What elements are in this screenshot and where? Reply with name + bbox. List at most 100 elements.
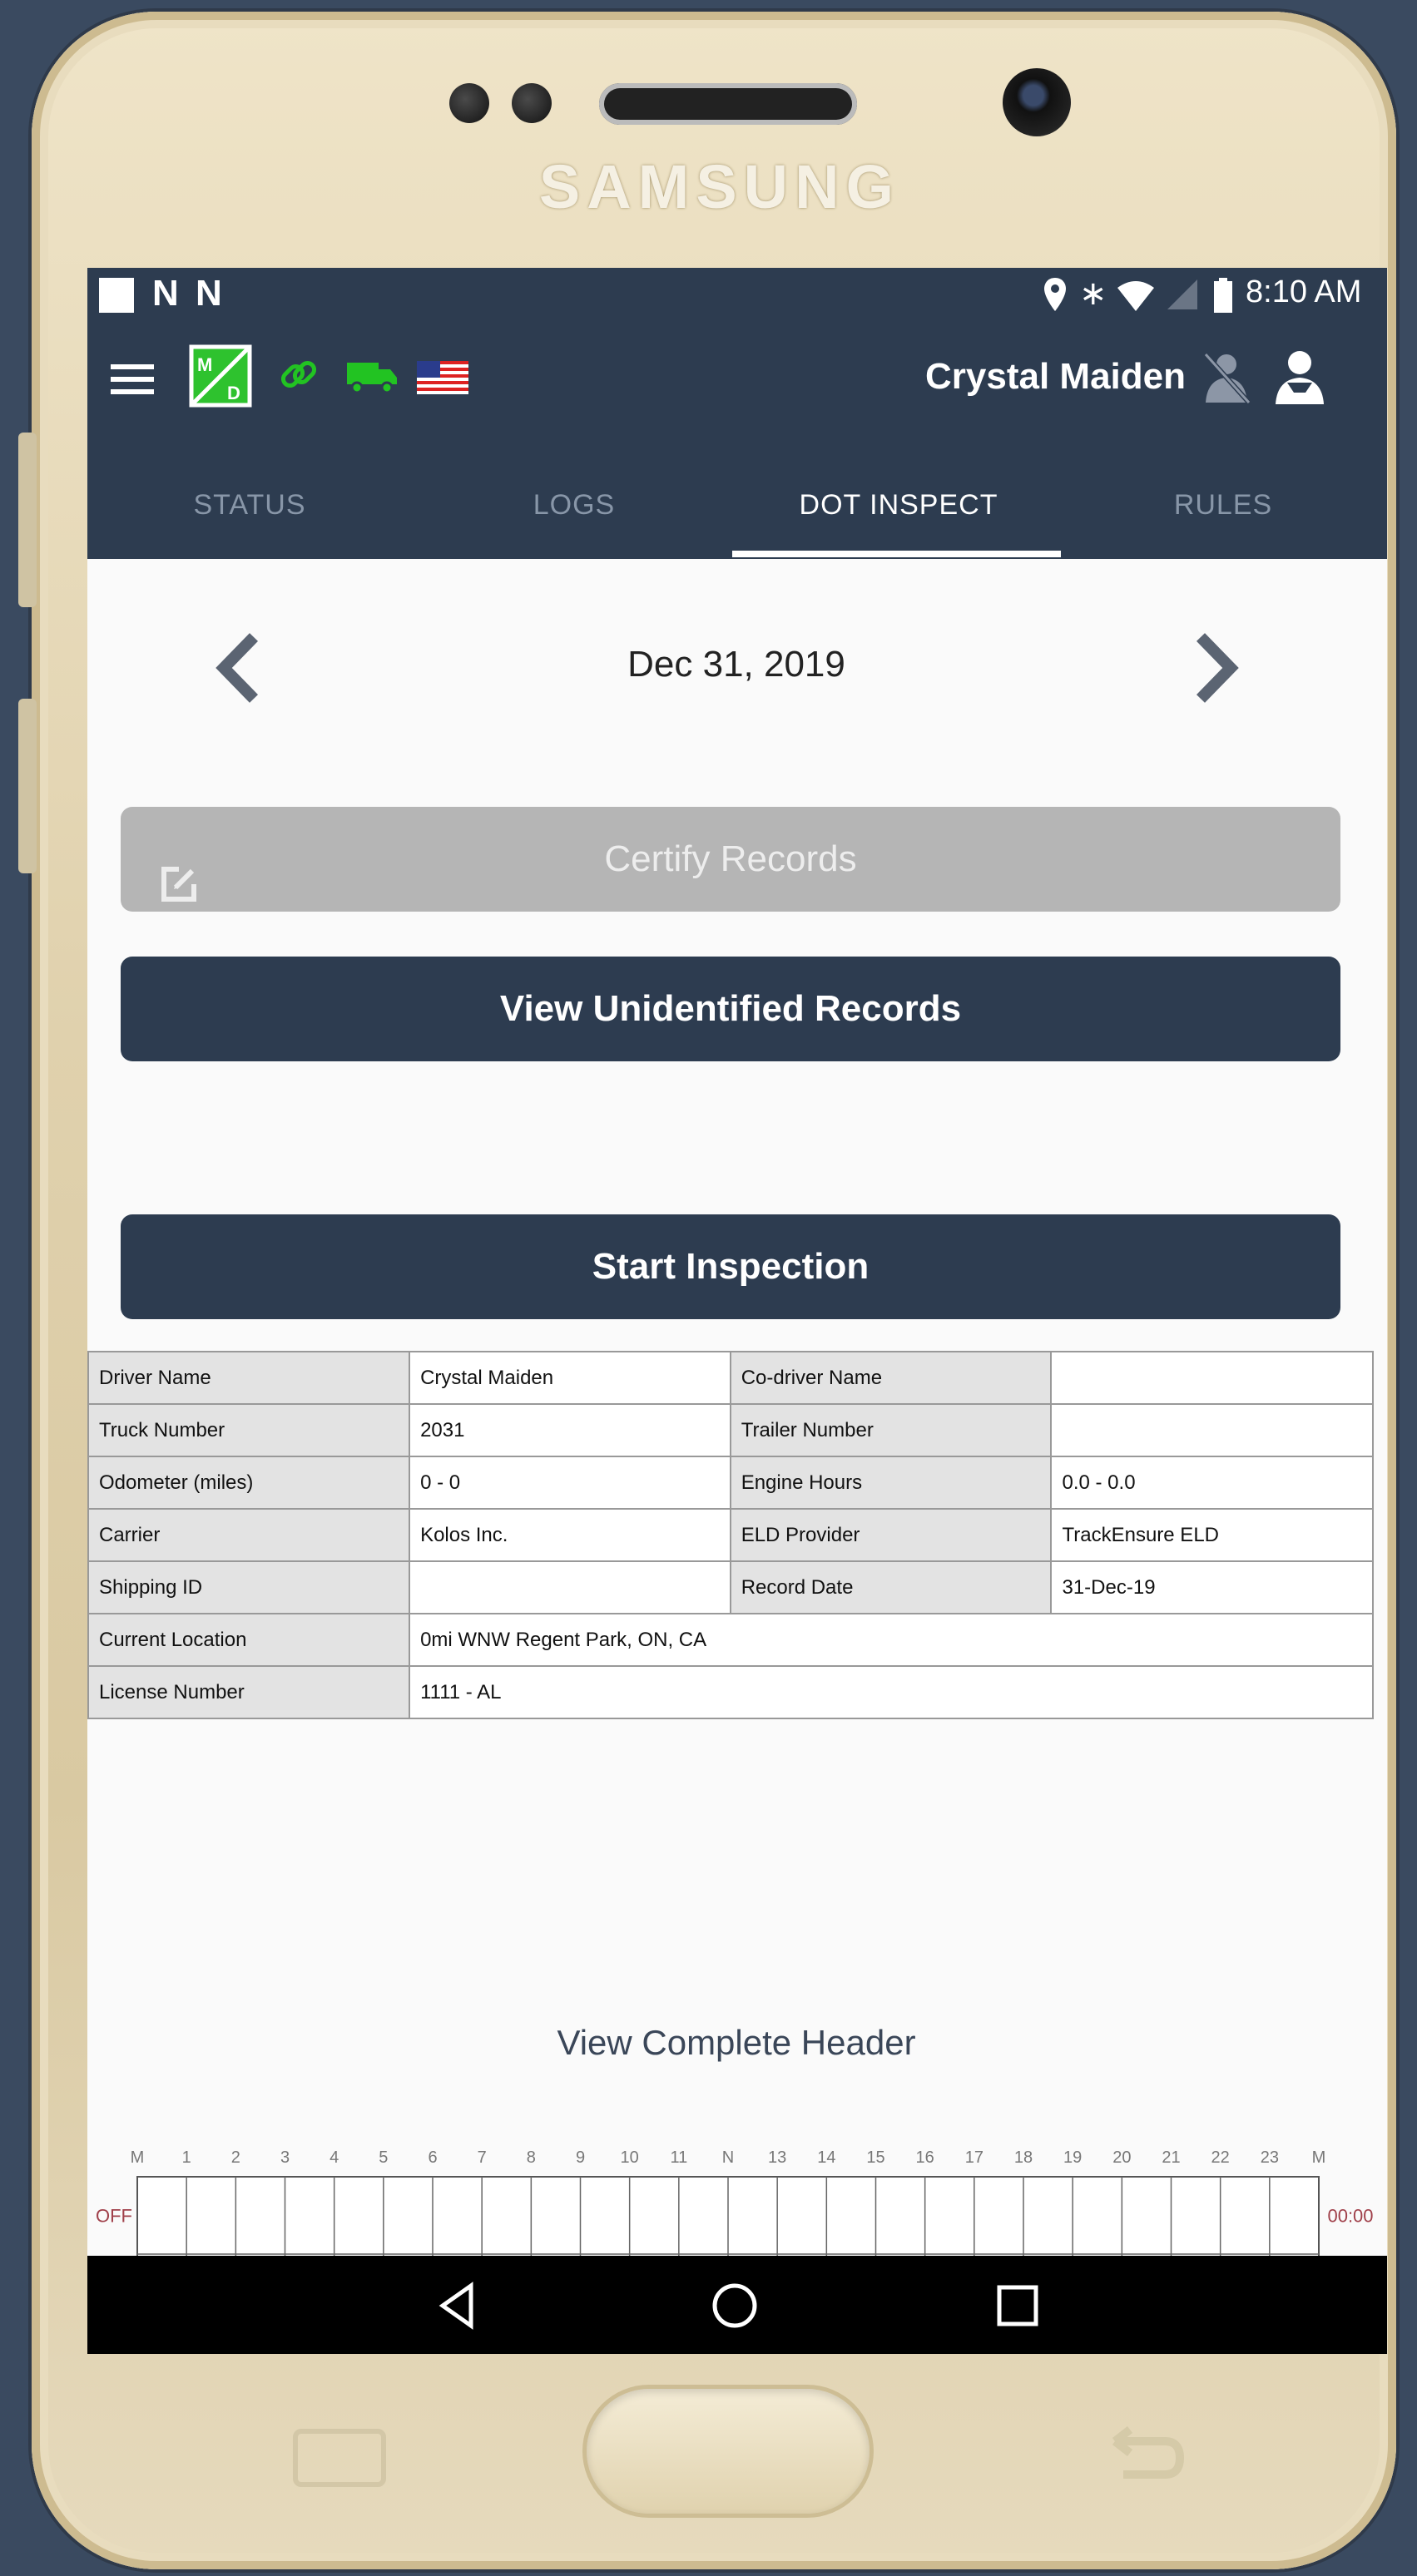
certify-records-label: Certify Records	[604, 838, 857, 879]
table-cell-label: Truck Number	[87, 1403, 411, 1457]
edit-icon	[159, 840, 199, 945]
table-cell-label: Carrier	[87, 1508, 411, 1562]
view-unidentified-records-button[interactable]: View Unidentified Records	[121, 957, 1340, 1061]
hour-tick-label: 2	[231, 2148, 240, 2167]
front-camera	[1003, 68, 1071, 136]
hour-tick-label: 19	[1063, 2148, 1082, 2167]
table-cell-value	[1050, 1403, 1374, 1457]
table-cell-value: 31-Dec-19	[1050, 1560, 1374, 1614]
location-icon	[1043, 276, 1068, 319]
table-row: Truck Number 2031 Trailer Number	[87, 1403, 1374, 1457]
hour-tick-label: 20	[1112, 2148, 1131, 2167]
hour-tick-label: 21	[1162, 2148, 1180, 2167]
hour-tick-label: 16	[916, 2148, 934, 2167]
table-cell-value: 0 - 0	[409, 1456, 731, 1510]
us-flag-icon[interactable]	[417, 361, 468, 398]
table-cell-label: Co-driver Name	[729, 1351, 1053, 1405]
app-screen: N N ∗ 8:10 AM MD Crystal Maiden STATUS L…	[87, 268, 1387, 2354]
recents-nav-icon[interactable]	[994, 2282, 1041, 2333]
view-complete-header-link[interactable]: View Complete Header	[404, 2023, 1069, 2063]
hour-tick-label: N	[722, 2148, 734, 2167]
table-cell-label: Current Location	[87, 1613, 411, 1667]
hour-tick-label: 13	[768, 2148, 786, 2167]
table-cell-value: 0mi WNW Regent Park, ON, CA	[409, 1613, 1374, 1667]
status-bar: N N ∗ 8:10 AM	[87, 268, 1387, 326]
app-toolbar: MD Crystal Maiden	[87, 326, 1387, 451]
table-row: Driver Name Crystal Maiden Co-driver Nam…	[87, 1351, 1374, 1405]
hour-tick-label: 15	[866, 2148, 884, 2167]
battery-icon	[1212, 276, 1234, 319]
svg-text:M: M	[197, 354, 212, 375]
home-hw-button[interactable]	[587, 2389, 870, 2514]
table-row: Current Location 0mi WNW Regent Park, ON…	[87, 1613, 1374, 1667]
previous-day-icon[interactable]	[214, 632, 260, 708]
inspection-header-table: Driver Name Crystal Maiden Co-driver Nam…	[87, 1351, 1374, 1719]
system-nav-bar	[87, 2256, 1387, 2354]
clock: 8:10 AM	[1246, 274, 1362, 309]
tab-bar: STATUS LOGS DOT INSPECT RULES	[87, 451, 1387, 559]
bluetooth-icon: ∗	[1079, 275, 1107, 312]
hour-tick-label: 1	[182, 2148, 191, 2167]
tab-status[interactable]: STATUS	[87, 451, 412, 559]
co-driver-icon[interactable]	[1201, 351, 1252, 410]
hour-tick-label: 22	[1211, 2148, 1230, 2167]
md-logo-icon: MD	[189, 344, 252, 408]
svg-text:D: D	[227, 383, 240, 403]
hour-tick-label: 18	[1014, 2148, 1033, 2167]
status-label-off: OFF	[96, 2206, 132, 2227]
hour-tick-label: 6	[428, 2148, 437, 2167]
signal-icon	[1166, 278, 1199, 315]
recent-apps-hw-icon[interactable]	[293, 2429, 386, 2487]
hour-tick-label: M	[1312, 2148, 1326, 2167]
certify-records-button[interactable]: Certify Records	[121, 807, 1340, 912]
table-cell-label: Trailer Number	[729, 1403, 1053, 1457]
table-cell-label: Record Date	[729, 1560, 1053, 1614]
start-inspection-button[interactable]: Start Inspection	[121, 1214, 1340, 1319]
next-day-icon[interactable]	[1194, 632, 1241, 708]
sensor-dot	[512, 83, 552, 123]
notification-icon	[99, 278, 134, 313]
tab-dot-inspect[interactable]: DOT INSPECT	[736, 451, 1061, 559]
table-cell-value: TrackEnsure ELD	[1050, 1508, 1374, 1562]
table-cell-value: 2031	[409, 1403, 731, 1457]
hour-tick-label: 10	[621, 2148, 639, 2167]
wifi-icon	[1116, 279, 1156, 317]
hour-tick-label: 4	[329, 2148, 339, 2167]
driver-name[interactable]: Crystal Maiden	[886, 356, 1186, 398]
hour-tick-label: 11	[670, 2148, 687, 2167]
table-cell-label: Engine Hours	[729, 1456, 1053, 1510]
menu-icon[interactable]	[111, 361, 154, 398]
hour-tick-label: 17	[965, 2148, 983, 2167]
back-nav-icon[interactable]	[433, 2281, 483, 2335]
hour-tick-label: 3	[280, 2148, 290, 2167]
table-cell-value	[1050, 1351, 1374, 1405]
table-cell-value: Kolos Inc.	[409, 1508, 731, 1562]
table-cell-label: License Number	[87, 1665, 411, 1719]
hour-tick-label: 14	[817, 2148, 835, 2167]
earpiece-grill	[599, 83, 857, 125]
tab-rules[interactable]: RULES	[1061, 451, 1385, 559]
table-cell-label: Odometer (miles)	[87, 1456, 411, 1510]
table-cell-value: Crystal Maiden	[409, 1351, 731, 1405]
table-row: License Number 1111 - AL	[87, 1665, 1374, 1719]
table-cell-label: ELD Provider	[729, 1508, 1053, 1562]
table-row: Shipping ID Record Date 31-Dec-19	[87, 1560, 1374, 1614]
table-cell-label: Shipping ID	[87, 1560, 411, 1614]
tab-logs[interactable]: LOGS	[412, 451, 736, 559]
power-button	[18, 699, 37, 873]
table-cell-value: 0.0 - 0.0	[1050, 1456, 1374, 1510]
brand-logo: SAMSUNG	[538, 152, 901, 221]
driver-icon[interactable]	[1272, 349, 1327, 412]
hour-tick-label: 5	[379, 2148, 388, 2167]
sensor-dot	[449, 83, 489, 123]
back-hw-icon[interactable]	[1098, 2416, 1190, 2491]
volume-button	[18, 433, 37, 607]
current-date[interactable]: Dec 31, 2019	[487, 644, 986, 685]
table-cell-value: 1111 - AL	[409, 1665, 1374, 1719]
table-row: Odometer (miles) 0 - 0 Engine Hours 0.0 …	[87, 1456, 1374, 1510]
truck-icon	[345, 358, 399, 398]
n-notification-icon: N	[152, 273, 179, 314]
hour-tick-label: 8	[527, 2148, 536, 2167]
hour-tick-label: M	[131, 2148, 145, 2167]
home-nav-icon[interactable]	[710, 2281, 760, 2335]
